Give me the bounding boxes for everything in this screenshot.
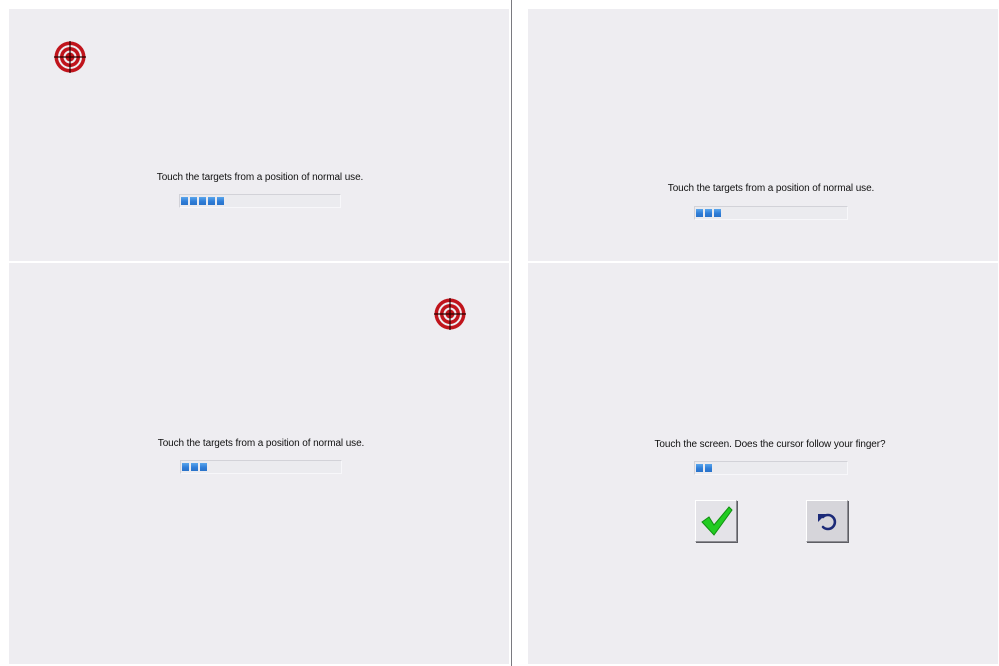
- instruction-text: Touch the targets from a position of nor…: [667, 183, 875, 194]
- retry-button[interactable]: [806, 500, 848, 542]
- progress-segment: [208, 197, 215, 205]
- calibration-screen-3: [528, 9, 998, 261]
- verification-question-text: Touch the screen. Does the cursor follow…: [654, 439, 886, 450]
- calibration-progress-bar: [694, 461, 848, 475]
- progress-segment: [705, 464, 712, 472]
- undo-arrow-icon: [818, 513, 837, 531]
- instruction-text: Touch the targets from a position of nor…: [156, 172, 364, 183]
- progress-segment: [182, 463, 189, 471]
- progress-segment: [181, 197, 188, 205]
- progress-segment: [714, 209, 721, 217]
- checkmark-icon: [701, 506, 733, 536]
- calibration-progress-bar: [694, 206, 848, 220]
- progress-segment: [696, 464, 703, 472]
- progress-segment: [199, 197, 206, 205]
- progress-segment: [200, 463, 207, 471]
- calibration-progress-bar: [179, 194, 341, 208]
- progress-segment: [190, 197, 197, 205]
- instruction-text: Touch the targets from a position of nor…: [157, 438, 365, 449]
- column-separator: [511, 0, 512, 666]
- progress-segment: [705, 209, 712, 217]
- calibration-progress-bar: [180, 460, 342, 474]
- progress-segment: [191, 463, 198, 471]
- crosshair-target-icon[interactable]: [53, 40, 87, 74]
- progress-segment: [217, 197, 224, 205]
- accept-button[interactable]: [695, 500, 737, 542]
- crosshair-target-icon[interactable]: [433, 297, 467, 331]
- progress-segment: [696, 209, 703, 217]
